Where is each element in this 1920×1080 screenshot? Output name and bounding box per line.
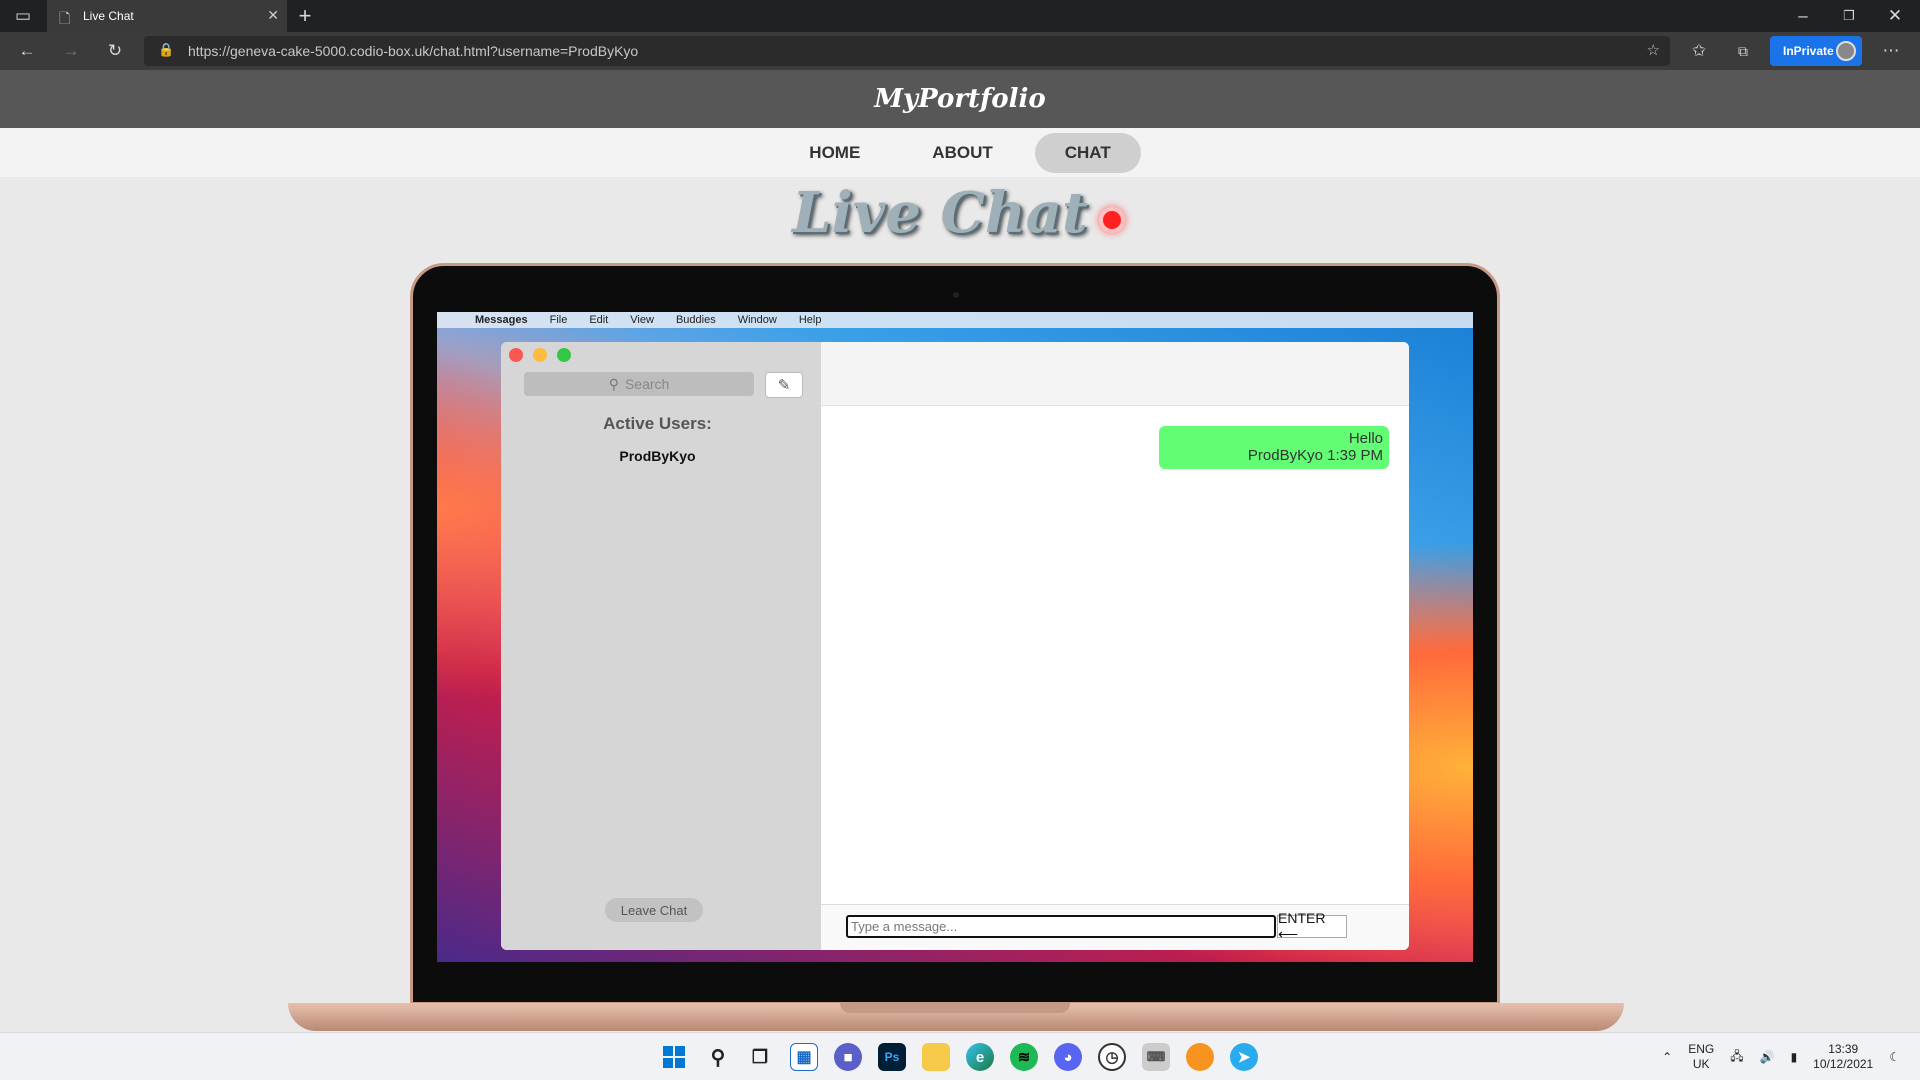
language-region: UK bbox=[1692, 1057, 1710, 1071]
volume-icon[interactable]: 🔊 bbox=[1760, 1050, 1775, 1064]
nav-home[interactable]: HOME bbox=[779, 133, 890, 173]
compose-icon: ✎ bbox=[777, 377, 791, 394]
battery-icon[interactable]: ▮ bbox=[1791, 1050, 1798, 1064]
system-tray: ⌃ ENG UK 🖧 🔊 ▮ 13:39 10/12/2021 ☾ bbox=[1662, 1039, 1900, 1075]
url-bar[interactable]: 🔒 https://geneva-cake-5000.codio-box.uk/… bbox=[144, 36, 1670, 66]
reload-icon[interactable]: ↻ bbox=[100, 36, 130, 66]
search-icon: ⚲ bbox=[608, 375, 619, 392]
live-indicator-icon bbox=[1099, 207, 1125, 233]
active-user-item[interactable]: ProdByKyo bbox=[501, 448, 814, 464]
minimize-icon[interactable]: – bbox=[1788, 1, 1818, 31]
search-placeholder: Search bbox=[624, 376, 670, 392]
focus-assist-icon[interactable]: ☾ bbox=[1889, 1050, 1900, 1064]
enter-button[interactable]: ENTER ⟵ bbox=[1277, 910, 1347, 942]
chat-header bbox=[821, 342, 1409, 406]
search-field[interactable]: ⚲ Search bbox=[524, 372, 754, 396]
photoshop-icon[interactable]: Ps bbox=[878, 1043, 906, 1071]
message-input[interactable] bbox=[846, 915, 1276, 938]
menu-file[interactable]: File bbox=[550, 314, 568, 326]
task-view-icon[interactable]: ❐ bbox=[746, 1043, 774, 1071]
laptop-notch bbox=[840, 1003, 1070, 1013]
nav-chat[interactable]: CHAT bbox=[1034, 132, 1141, 173]
menu-view[interactable]: View bbox=[630, 314, 654, 326]
address-toolbar: ← → ↻ 🔒 https://geneva-cake-5000.codio-b… bbox=[0, 32, 1920, 70]
network-icon[interactable]: 🖧 bbox=[1730, 1047, 1743, 1068]
camera-icon bbox=[953, 292, 959, 298]
nav-about[interactable]: ABOUT bbox=[902, 133, 1022, 173]
fl-studio-icon[interactable] bbox=[1186, 1043, 1214, 1071]
language-code: ENG bbox=[1688, 1042, 1715, 1056]
language-indicator[interactable]: ENG UK bbox=[1688, 1042, 1714, 1072]
forward-icon[interactable]: → bbox=[56, 36, 86, 66]
url-text: https://geneva-cake-5000.codio-box.uk/ch… bbox=[188, 43, 639, 59]
laptop-screen: Messages File Edit View Buddies Window H… bbox=[437, 312, 1473, 962]
file-explorer-icon[interactable] bbox=[922, 1043, 950, 1071]
menu-window[interactable]: Window bbox=[738, 314, 777, 326]
minimize-window-icon[interactable] bbox=[533, 348, 547, 362]
windows-start-icon[interactable] bbox=[660, 1043, 688, 1071]
spotify-icon[interactable]: ≋ bbox=[1010, 1043, 1038, 1071]
back-icon[interactable]: ← bbox=[12, 36, 42, 66]
more-options-icon[interactable]: ⋯ bbox=[1876, 36, 1906, 66]
inprivate-label: InPrivate bbox=[1783, 44, 1834, 58]
telegram-icon[interactable]: ➤ bbox=[1230, 1043, 1258, 1071]
lock-icon: 🔒 bbox=[158, 42, 175, 57]
clock-time: 13:39 bbox=[1828, 1042, 1859, 1056]
favorites-icon[interactable]: ✩ bbox=[1684, 36, 1714, 66]
menu-messages[interactable]: Messages bbox=[475, 314, 528, 326]
browser-tab-bar: ▭ 🗋 Live Chat ✕ + – ❐ ✕ bbox=[0, 0, 1920, 32]
close-tab-icon[interactable]: ✕ bbox=[267, 7, 279, 24]
tab-title: Live Chat bbox=[83, 9, 134, 23]
close-window-icon[interactable] bbox=[509, 348, 523, 362]
menu-edit[interactable]: Edit bbox=[589, 314, 608, 326]
site-logo[interactable]: MyPortfolio bbox=[874, 84, 1045, 114]
menu-help[interactable]: Help bbox=[799, 314, 822, 326]
discord-icon[interactable]: ◕ bbox=[1054, 1043, 1082, 1071]
add-favorite-icon[interactable]: ☆ bbox=[1647, 41, 1660, 59]
active-users-label: Active Users: bbox=[603, 414, 712, 433]
message-text: Hello bbox=[1348, 430, 1383, 447]
site-header: MyPortfolio bbox=[0, 70, 1920, 128]
menu-buddies[interactable]: Buddies bbox=[676, 314, 716, 326]
profile-avatar bbox=[1836, 41, 1856, 61]
search-icon[interactable]: ⚲ bbox=[704, 1043, 732, 1071]
main-nav: HOME ABOUT CHAT bbox=[0, 128, 1920, 177]
messages-sidebar: ⚲ Search ✎ Active Users: ProdByKyo Leave… bbox=[501, 342, 821, 950]
page-title: Live Chat bbox=[792, 180, 1088, 246]
mac-menu-bar: Messages File Edit View Buddies Window H… bbox=[437, 312, 1473, 328]
window-close-icon[interactable]: ✕ bbox=[1880, 1, 1910, 31]
message-meta: ProdByKyo 1:39 PM bbox=[1247, 447, 1383, 464]
taskbar: ⚲ ❐ ▦ ■ Ps e ≋ ◕ ◷ ⌨ ➤ ⌃ ENG UK 🖧 🔊 ▮ 13… bbox=[0, 1032, 1920, 1080]
leave-chat-button[interactable]: Leave Chat bbox=[605, 898, 703, 922]
page-icon: 🗋 bbox=[59, 10, 71, 26]
chat-area: Hello ProdByKyo 1:39 PM ENTER ⟵ bbox=[821, 342, 1409, 950]
show-hidden-icons-icon[interactable]: ⌃ bbox=[1662, 1050, 1672, 1064]
collections-icon[interactable]: ⧉ bbox=[1728, 36, 1758, 66]
keyboard-icon[interactable]: ⌨ bbox=[1142, 1043, 1170, 1071]
new-tab-icon[interactable]: + bbox=[290, 1, 320, 31]
teams-chat-icon[interactable]: ■ bbox=[834, 1043, 862, 1071]
messages-window: ⚲ Search ✎ Active Users: ProdByKyo Leave… bbox=[501, 342, 1409, 950]
tab-actions-icon[interactable]: ▭ bbox=[8, 1, 38, 31]
inprivate-button[interactable]: InPrivate bbox=[1770, 36, 1862, 66]
clock-display[interactable]: 13:39 10/12/2021 bbox=[1813, 1042, 1873, 1072]
compose-button[interactable]: ✎ bbox=[765, 372, 803, 398]
zoom-window-icon[interactable] bbox=[557, 348, 571, 362]
browser-tab[interactable]: 🗋 Live Chat ✕ bbox=[47, 0, 287, 32]
clock-date: 10/12/2021 bbox=[1813, 1057, 1874, 1071]
edge-icon[interactable]: e bbox=[966, 1043, 994, 1071]
message-input-row: ENTER ⟵ bbox=[821, 904, 1409, 950]
restore-icon[interactable]: ❐ bbox=[1834, 1, 1864, 31]
clock-icon[interactable]: ◷ bbox=[1098, 1043, 1126, 1071]
widgets-icon[interactable]: ▦ bbox=[790, 1043, 818, 1071]
chat-message-bubble: Hello ProdByKyo 1:39 PM bbox=[1159, 426, 1389, 469]
